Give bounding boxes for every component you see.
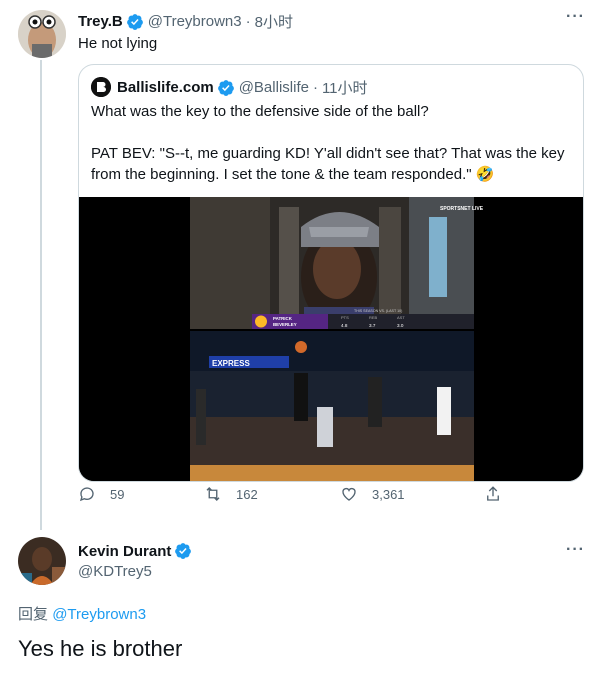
player-last-name: BEVERLEY bbox=[273, 322, 297, 327]
avatar[interactable] bbox=[18, 10, 66, 58]
separator-dot: · bbox=[245, 13, 251, 30]
avatar[interactable] bbox=[18, 537, 66, 585]
interview-panel bbox=[190, 197, 474, 329]
handle[interactable]: @KDTrey5 bbox=[78, 563, 152, 580]
reply-button[interactable]: 59 bbox=[78, 485, 124, 503]
stat-label-pts: PTS bbox=[341, 315, 349, 320]
quote-header: Ballislife.com @Ballislife · 11小时 bbox=[117, 77, 368, 98]
separator-dot: · bbox=[312, 79, 318, 96]
quote-display-name[interactable]: Ballislife.com bbox=[117, 79, 214, 96]
handle[interactable]: @Treybrown3 bbox=[148, 13, 242, 30]
referee bbox=[196, 389, 206, 445]
player-2 bbox=[368, 377, 382, 427]
reply-handle-link[interactable]: @Treybrown3 bbox=[52, 606, 146, 623]
avatar-image bbox=[18, 537, 66, 585]
retweet-button[interactable]: 162 bbox=[204, 485, 258, 503]
quote-avatar[interactable] bbox=[91, 77, 111, 97]
thread-line bbox=[40, 60, 42, 530]
tweet-text: Yes he is brother bbox=[18, 636, 183, 661]
stat-value-reb: 3.7 bbox=[369, 323, 376, 328]
ballislife-logo-icon bbox=[91, 77, 111, 97]
display-name[interactable]: Trey.B bbox=[78, 13, 123, 30]
more-options-icon[interactable]: ··· bbox=[566, 8, 585, 26]
timestamp[interactable]: 8小时 bbox=[255, 11, 293, 32]
quote-handle[interactable]: @Ballislife bbox=[239, 79, 309, 96]
player-first-name: PATRICK bbox=[273, 316, 293, 321]
video-frame: SPORTSNET LIVE THIS SEASON VS. (LAST 10)… bbox=[79, 197, 583, 481]
stat-header: THIS SEASON VS. (LAST 10) bbox=[354, 309, 402, 313]
replying-to: 回复 @Treybrown3 bbox=[18, 603, 146, 624]
reply-count: 59 bbox=[110, 486, 125, 502]
share-button[interactable] bbox=[484, 485, 516, 503]
quoted-tweet-card[interactable]: Ballislife.com @Ballislife · 11小时 What w… bbox=[78, 64, 584, 482]
avatar-image bbox=[18, 10, 66, 58]
tweet-header: Trey.B @Treybrown3 · 8小时 bbox=[78, 11, 293, 32]
display-name[interactable]: Kevin Durant bbox=[78, 543, 171, 560]
player-3 bbox=[437, 387, 451, 435]
retweet-count: 162 bbox=[236, 486, 258, 502]
share-icon bbox=[487, 486, 499, 501]
reply-prefix: 回复 bbox=[18, 606, 49, 623]
verified-badge-icon bbox=[217, 79, 234, 96]
tweet-text: He not lying bbox=[78, 35, 158, 52]
verified-badge-icon bbox=[175, 543, 192, 559]
player-4 bbox=[317, 407, 333, 447]
tweet-header: Kevin Durant bbox=[78, 542, 192, 560]
arena-sign: EXPRESS bbox=[212, 359, 250, 368]
player-1 bbox=[294, 373, 308, 421]
quote-timestamp[interactable]: 11小时 bbox=[322, 77, 368, 98]
retweet-icon bbox=[206, 487, 220, 501]
heart-icon bbox=[342, 487, 356, 501]
like-count: 3,361 bbox=[372, 486, 405, 502]
stat-label-reb: REB bbox=[369, 315, 378, 320]
quote-line-2: PAT BEV: "S--t, me guarding KD! Y'all di… bbox=[91, 145, 565, 183]
quote-text: What was the key to the defensive side o… bbox=[91, 101, 571, 206]
game-panel bbox=[190, 331, 474, 481]
like-button[interactable]: 3,361 bbox=[340, 485, 405, 503]
reply-icon bbox=[79, 487, 94, 502]
quote-line-1: What was the key to the defensive side o… bbox=[91, 103, 429, 120]
stat-value-pts: 4.8 bbox=[341, 323, 348, 328]
stat-label-ast: AST bbox=[397, 315, 405, 320]
video-media[interactable]: SPORTSNET LIVE THIS SEASON VS. (LAST 10)… bbox=[79, 197, 583, 481]
stat-value-ast: 3.0 bbox=[397, 323, 404, 328]
handle-row: @KDTrey5 bbox=[78, 563, 152, 580]
broadcast-logo: SPORTSNET LIVE bbox=[440, 206, 484, 212]
more-options-icon[interactable]: ··· bbox=[566, 541, 585, 559]
verified-badge-icon bbox=[126, 13, 143, 30]
